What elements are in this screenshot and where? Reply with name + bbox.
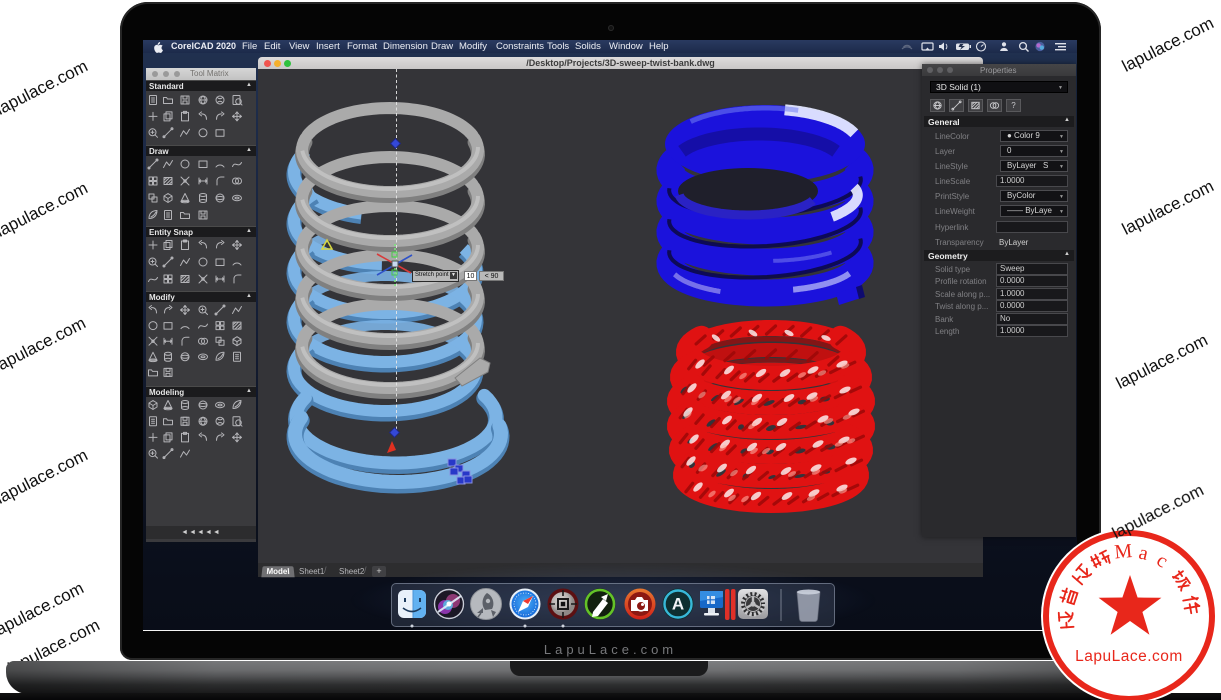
- svg-text:A: A: [672, 595, 684, 614]
- svg-text:LapuLace.com: LapuLace.com: [1075, 648, 1183, 665]
- svg-text:M: M: [1114, 540, 1134, 563]
